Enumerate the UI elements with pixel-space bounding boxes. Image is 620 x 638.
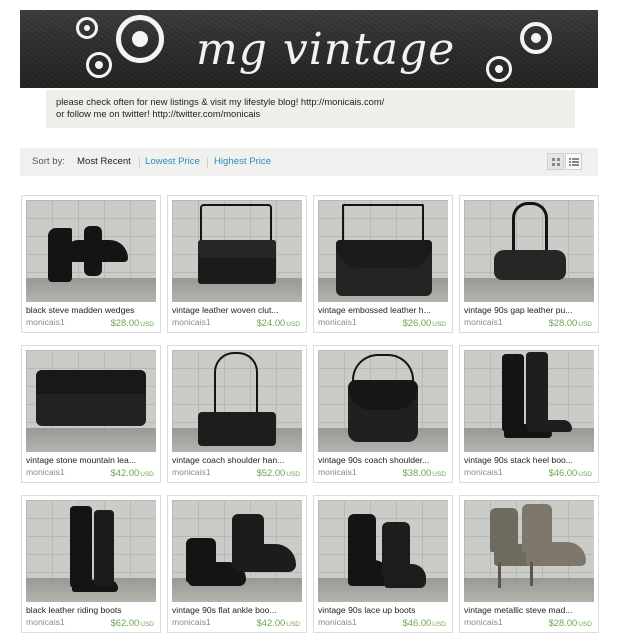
- circle-ornament-icon: [495, 65, 503, 73]
- listing-title[interactable]: vintage 90s lace up boots: [318, 605, 450, 615]
- sort-label: Sort by:: [32, 156, 66, 167]
- divider: [207, 157, 208, 168]
- product-photo-stack-heel-boots[interactable]: [464, 350, 594, 452]
- divider: [139, 157, 140, 168]
- listing-seller[interactable]: monicais1: [318, 317, 357, 327]
- listing-seller[interactable]: monicais1: [26, 317, 65, 327]
- listing-seller[interactable]: monicais1: [172, 467, 211, 477]
- listing-price: $28.00USD: [548, 617, 592, 628]
- listing-card[interactable]: vintage coach shoulder han... monicais1 …: [167, 345, 307, 483]
- listing-card[interactable]: vintage 90s lace up boots monicais1 $46.…: [313, 495, 453, 633]
- listing-seller[interactable]: monicais1: [172, 317, 211, 327]
- listing-price: $46.00USD: [402, 617, 446, 628]
- shop-title: mg vintage: [196, 24, 456, 75]
- listing-title[interactable]: vintage coach shoulder han...: [172, 455, 304, 465]
- circle-ornament-icon: [95, 61, 103, 69]
- product-photo-90s-coach[interactable]: [318, 350, 448, 452]
- announcement-line: or follow me on twitter! http://twitter.…: [56, 108, 261, 119]
- product-photo-flat-ankle-boots[interactable]: [172, 500, 302, 602]
- listing-seller[interactable]: monicais1: [464, 467, 503, 477]
- listing-price: $52.00USD: [256, 467, 300, 478]
- listing-title[interactable]: vintage 90s coach shoulder...: [318, 455, 450, 465]
- circle-ornament-icon: [132, 31, 148, 47]
- listing-title[interactable]: vintage leather woven clut...: [172, 305, 304, 315]
- listing-card[interactable]: black leather riding boots monicais1 $62…: [21, 495, 161, 633]
- listing-card[interactable]: vintage leather woven clut... monicais1 …: [167, 195, 307, 333]
- listing-card[interactable]: vintage stone mountain lea... monicais1 …: [21, 345, 161, 483]
- product-photo-metallic-boots[interactable]: [464, 500, 594, 602]
- listing-seller[interactable]: monicais1: [318, 617, 357, 627]
- listing-seller[interactable]: monicais1: [464, 317, 503, 327]
- listing-price: $62.00USD: [110, 617, 154, 628]
- listing-price: $42.00USD: [256, 617, 300, 628]
- sort-most-recent[interactable]: Most Recent: [77, 148, 131, 176]
- listing-title[interactable]: vintage 90s gap leather pu...: [464, 305, 596, 315]
- grid-view-icon[interactable]: [547, 153, 564, 170]
- listing-seller[interactable]: monicais1: [464, 617, 503, 627]
- listing-price: $38.00USD: [402, 467, 446, 478]
- shop-announcement: please check often for new listings & vi…: [46, 90, 575, 128]
- product-photo-riding-boots[interactable]: [26, 500, 156, 602]
- listing-price: $26.00USD: [402, 317, 446, 328]
- product-photo-wedges[interactable]: [26, 200, 156, 302]
- product-photo-stone-mountain[interactable]: [26, 350, 156, 452]
- product-photo-lace-up-boots[interactable]: [318, 500, 448, 602]
- listing-price: $24.00USD: [256, 317, 300, 328]
- shop-banner: mg vintage: [20, 10, 598, 88]
- listing-seller[interactable]: monicais1: [318, 467, 357, 477]
- listing-title[interactable]: black steve madden wedges: [26, 305, 158, 315]
- product-photo-clutch[interactable]: [172, 200, 302, 302]
- listing-card[interactable]: vintage metallic steve mad... monicais1 …: [459, 495, 599, 633]
- listing-seller[interactable]: monicais1: [172, 617, 211, 627]
- product-photo-coach-shoulder[interactable]: [172, 350, 302, 452]
- listing-seller[interactable]: monicais1: [26, 467, 65, 477]
- listing-title[interactable]: vintage 90s flat ankle boo...: [172, 605, 304, 615]
- product-photo-gap-purse[interactable]: [464, 200, 594, 302]
- listing-title[interactable]: vintage embossed leather h...: [318, 305, 450, 315]
- listing-seller[interactable]: monicais1: [26, 617, 65, 627]
- circle-ornament-icon: [531, 33, 541, 43]
- listing-price: $28.00USD: [548, 317, 592, 328]
- product-photo-embossed-bag[interactable]: [318, 200, 448, 302]
- circle-ornament-icon: [84, 25, 90, 31]
- listing-price: $28.00USD: [110, 317, 154, 328]
- listing-price: $46.00USD: [548, 467, 592, 478]
- listing-card[interactable]: vintage 90s stack heel boo... monicais1 …: [459, 345, 599, 483]
- listing-card[interactable]: vintage 90s gap leather pu... monicais1 …: [459, 195, 599, 333]
- listing-card[interactable]: vintage 90s coach shoulder... monicais1 …: [313, 345, 453, 483]
- listing-title[interactable]: vintage metallic steve mad...: [464, 605, 596, 615]
- list-view-icon[interactable]: [565, 153, 582, 170]
- listing-title[interactable]: vintage stone mountain lea...: [26, 455, 158, 465]
- sort-lowest-price[interactable]: Lowest Price: [145, 148, 200, 176]
- listing-price: $42.00USD: [110, 467, 154, 478]
- listing-card[interactable]: vintage 90s flat ankle boo... monicais1 …: [167, 495, 307, 633]
- sort-bar: Sort by: Most Recent Lowest Price Highes…: [20, 148, 598, 176]
- sort-highest-price[interactable]: Highest Price: [214, 148, 271, 176]
- announcement-line: please check often for new listings & vi…: [56, 96, 385, 107]
- listing-title[interactable]: vintage 90s stack heel boo...: [464, 455, 596, 465]
- listing-title[interactable]: black leather riding boots: [26, 605, 158, 615]
- listing-card[interactable]: vintage embossed leather h... monicais1 …: [313, 195, 453, 333]
- listing-card[interactable]: black steve madden wedges monicais1 $28.…: [21, 195, 161, 333]
